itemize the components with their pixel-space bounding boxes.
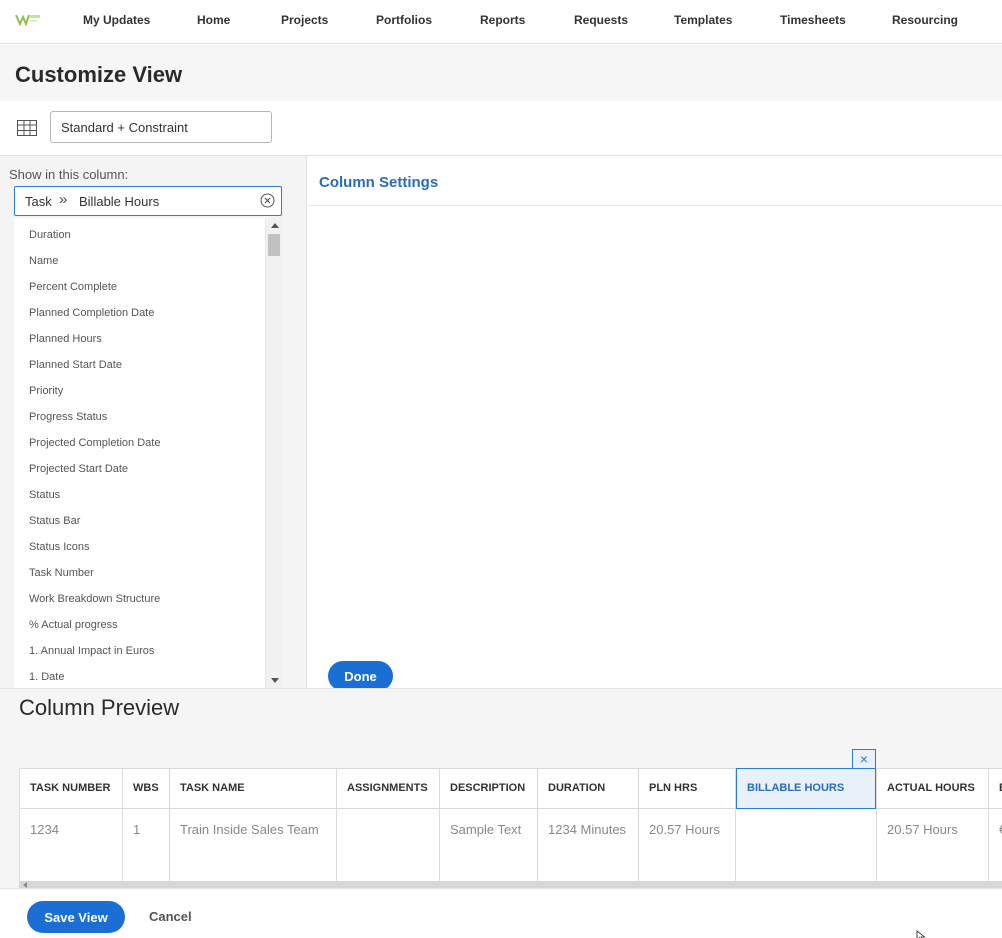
nav-projects[interactable]: Projects [281,13,328,27]
preview-column[interactable]: TASK NUMBER 1234 [19,768,122,881]
field-name-label: Billable Hours [79,194,160,209]
list-item[interactable]: Status Icons [29,541,90,553]
list-item[interactable]: Task Number [29,567,94,579]
mouse-cursor-icon [916,930,926,938]
field-list: Duration Name Percent Complete Planned C… [14,218,282,688]
preview-column[interactable]: PLN HRS 20.57 Hours [638,768,735,881]
column-settings-panel: Column Settings Done [308,156,1002,691]
remove-column-close-icon[interactable]: × [852,749,876,769]
column-preview-title: Column Preview [19,695,180,720]
top-nav: My Updates Home Projects Portfolios Repo… [0,0,1002,44]
nav-portfolios[interactable]: Portfolios [376,13,432,27]
nav-reports[interactable]: Reports [480,13,525,27]
list-item[interactable]: Projected Start Date [29,463,128,475]
divider [308,205,1002,206]
field-list-scrollbar[interactable] [265,218,282,688]
list-item[interactable]: Percent Complete [29,281,117,293]
column-header[interactable]: TASK NUMBER [20,768,122,809]
list-item[interactable]: Status [29,489,60,501]
column-header[interactable]: PLN HRS [639,768,735,809]
nav-my-updates[interactable]: My Updates [83,13,150,27]
view-row [0,101,1002,156]
preview-horizontal-scrollbar[interactable] [19,881,1002,888]
column-preview: Column Preview × TASK NUMBER 1234 WBS 1 … [0,688,1002,888]
table-cell: Sample Text [450,822,522,837]
nav-templates[interactable]: Templates [674,13,732,27]
show-in-column-label: Show in this column: [9,167,129,182]
save-view-button[interactable]: Save View [27,901,125,933]
column-header[interactable]: BILLABLE HOURS [736,768,876,809]
column-header[interactable]: WBS [123,768,169,809]
list-item[interactable]: Priority [29,385,63,397]
title-band: Customize View [0,45,1002,101]
cancel-button[interactable]: Cancel [149,909,192,924]
table-cell: € [989,809,1002,837]
list-item[interactable]: Duration [29,229,71,241]
list-item[interactable]: Planned Completion Date [29,307,154,319]
footer: Save View Cancel [0,888,1002,938]
column-header[interactable]: TASK NAME [170,768,336,809]
workfront-logo-icon[interactable] [15,12,41,26]
list-item[interactable]: Planned Hours [29,333,102,345]
done-button[interactable]: Done [328,661,393,691]
view-name-input[interactable] [50,111,272,143]
table-cell: 20.57 Hours [649,822,720,837]
preview-column[interactable]: B € [988,768,1002,881]
field-object-label: Task [25,194,52,209]
scrollbar-thumb[interactable] [268,234,280,256]
field-picker-panel: Show in this column: Task » Billable Hou… [0,156,307,688]
preview-column[interactable]: DESCRIPTION Sample Text [439,768,537,881]
preview-column-selected[interactable]: BILLABLE HOURS [735,768,876,881]
list-item[interactable]: Work Breakdown Structure [29,593,160,605]
table-cell: Train Inside Sales Team [180,822,319,837]
nav-timesheets[interactable]: Timesheets [780,13,846,27]
preview-column[interactable]: DURATION 1234 Minutes [537,768,638,881]
table-cell: 1234 Minutes [548,822,627,837]
list-item[interactable]: Name [29,255,58,267]
table-cell: 1234 [30,822,59,837]
list-item[interactable]: 1. Date [29,671,64,683]
preview-column[interactable]: WBS 1 [122,768,169,881]
scroll-up-arrow-icon[interactable] [271,223,279,228]
column-header[interactable]: ASSIGNMENTS [337,768,439,809]
clear-field-icon[interactable] [260,193,275,208]
column-header[interactable]: ACTUAL HOURS [877,768,988,809]
list-item[interactable]: Projected Completion Date [29,437,160,449]
nav-resourcing[interactable]: Resourcing [892,13,958,27]
list-item[interactable]: % Actual progress [29,619,118,631]
list-item[interactable]: Planned Start Date [29,359,122,371]
table-cell: 20.57 Hours [887,822,958,837]
preview-column[interactable]: ASSIGNMENTS [336,768,439,881]
column-header[interactable]: B [989,768,1002,809]
table-grid-icon [17,120,37,136]
list-item[interactable]: Progress Status [29,411,107,423]
list-item[interactable]: 1. Annual Impact in Euros [29,645,154,657]
preview-column[interactable]: TASK NAME Train Inside Sales Team [169,768,336,881]
list-item[interactable]: Status Bar [29,515,80,527]
nav-home[interactable]: Home [197,13,230,27]
table-cell [736,809,876,822]
scroll-down-arrow-icon[interactable] [271,678,279,683]
field-selector[interactable]: Task » Billable Hours [14,186,282,216]
nav-requests[interactable]: Requests [574,13,628,27]
table-cell [337,809,439,822]
preview-column[interactable]: ACTUAL HOURS 20.57 Hours [876,768,988,881]
double-chevron-right-icon: » [59,191,68,208]
table-cell: 1 [133,822,141,837]
page-title: Customize View [15,62,183,87]
column-header[interactable]: DURATION [538,768,638,809]
column-settings-title: Column Settings [319,174,439,191]
column-header[interactable]: DESCRIPTION [440,768,537,809]
